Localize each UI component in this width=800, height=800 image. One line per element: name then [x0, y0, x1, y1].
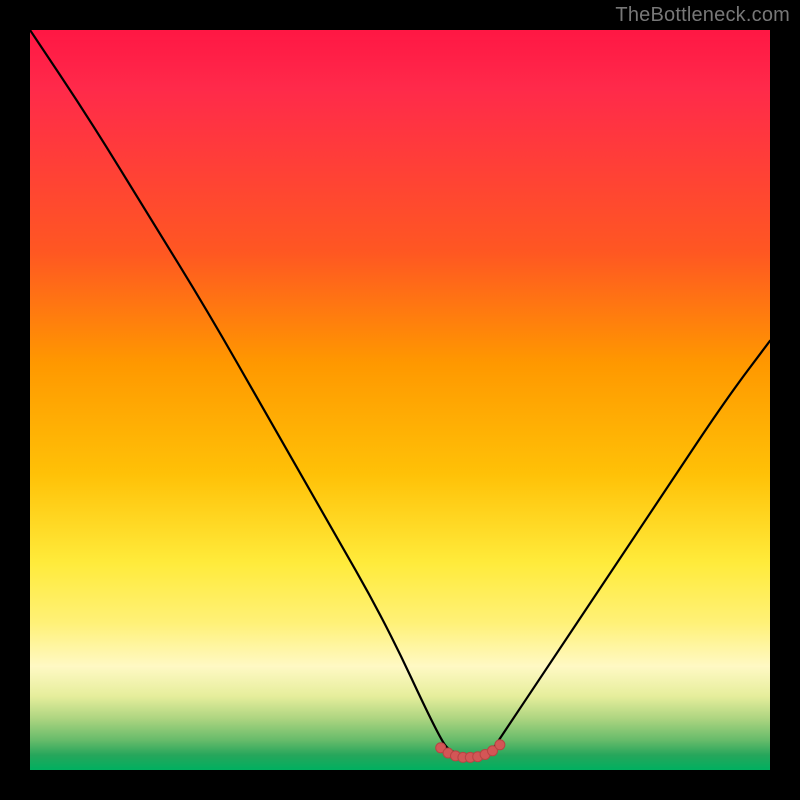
bottleneck-curve-svg	[30, 30, 770, 770]
chart-frame: TheBottleneck.com	[0, 0, 800, 800]
watermark-text: TheBottleneck.com	[615, 4, 790, 27]
plot-area	[30, 30, 770, 770]
minimum-markers	[436, 740, 505, 763]
bottleneck-curve-path	[30, 30, 770, 755]
minimum-marker	[495, 740, 505, 750]
